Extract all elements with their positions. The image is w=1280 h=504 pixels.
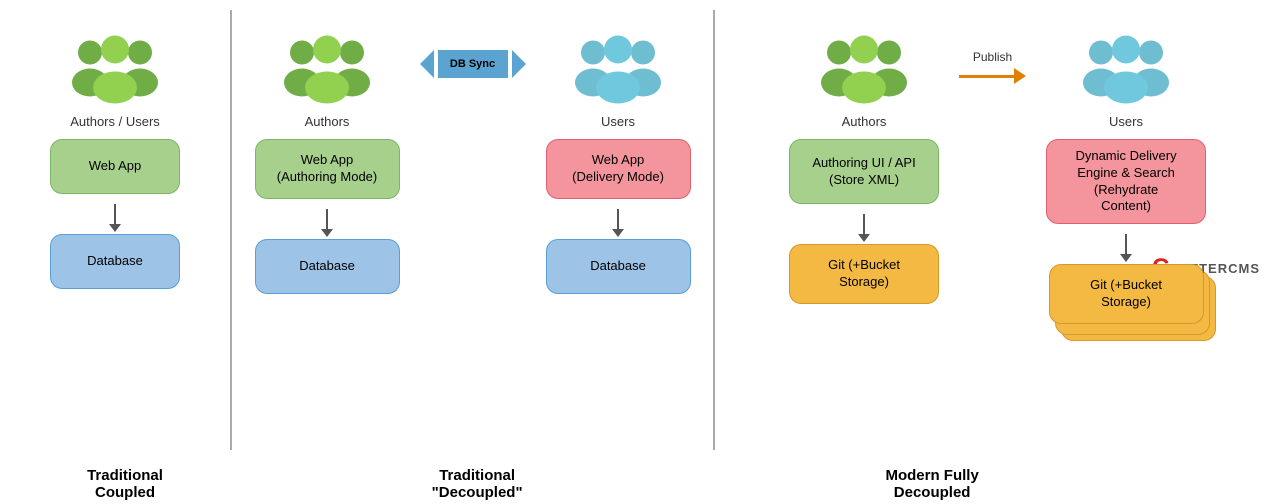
section-modern-decoupled: Authors Authoring UI / API(Store XML) Gi… (715, 0, 1280, 337)
title-cell-2: Traditional"Decoupled" (242, 454, 712, 504)
authors-users-icon (70, 30, 160, 110)
arrow-2 (321, 209, 333, 237)
diagram: Authors / Users Web App Database (0, 0, 1280, 504)
sec3-left: Authors Authoring UI / API(Store XML) Gi… (789, 30, 939, 312)
delivery-engine-box: Dynamic DeliveryEngine & Search(Rehydrat… (1046, 139, 1206, 224)
git-storage-stacked: Git (+BucketStorage) (1049, 264, 1204, 329)
database-box-1: Database (50, 234, 180, 289)
authors-label-2: Authors (305, 114, 350, 129)
users-icon-3 (1081, 30, 1171, 110)
title-cell-3: Modern FullyDecoupled (714, 454, 1270, 504)
arrow-1 (109, 204, 121, 232)
db-sync-arrows: DB Sync (420, 50, 526, 78)
authors-label-3: Authors (842, 114, 887, 129)
arrow-5 (1120, 234, 1132, 262)
title-traditional-coupled: TraditionalCoupled (87, 467, 163, 501)
users-label-3: Users (1109, 114, 1143, 129)
section-traditional-coupled: Authors / Users Web App Database (0, 0, 230, 297)
web-app-box-1: Web App (50, 139, 180, 194)
web-app-delivery-box: Web App(Delivery Mode) (546, 139, 691, 199)
authoring-ui-box: Authoring UI / API(Store XML) (789, 139, 939, 204)
titles-row: TraditionalCoupled Traditional"Decoupled… (0, 454, 1280, 504)
web-app-authoring-box: Web App(Authoring Mode) (255, 139, 400, 199)
title-cell-1: TraditionalCoupled (10, 454, 240, 504)
sec2-left: Authors Web App(Authoring Mode) Database (255, 30, 400, 302)
sec2-right: Users Web App(Delivery Mode) Database (546, 30, 691, 302)
publish-label: Publish (973, 50, 1012, 64)
database-box-2: Database (255, 239, 400, 294)
authors-icon-2 (282, 30, 372, 110)
authors-users-label: Authors / Users (70, 114, 160, 129)
title-traditional-decoupled: Traditional"Decoupled" (432, 467, 523, 501)
database-box-3: Database (546, 239, 691, 294)
arrow-3 (612, 209, 624, 237)
title-modern-decoupled: Modern FullyDecoupled (885, 467, 978, 501)
sec3-right: Users Dynamic DeliveryEngine & Search(Re… (1046, 30, 1206, 337)
users-label-2: Users (601, 114, 635, 129)
users-icon-2 (573, 30, 663, 110)
git-storage-box-1: Git (+BucketStorage) (789, 244, 939, 304)
authors-icon-3 (819, 30, 909, 110)
arrow-4 (858, 214, 870, 242)
section-traditional-decoupled: Authors Web App(Authoring Mode) Database (232, 0, 713, 302)
